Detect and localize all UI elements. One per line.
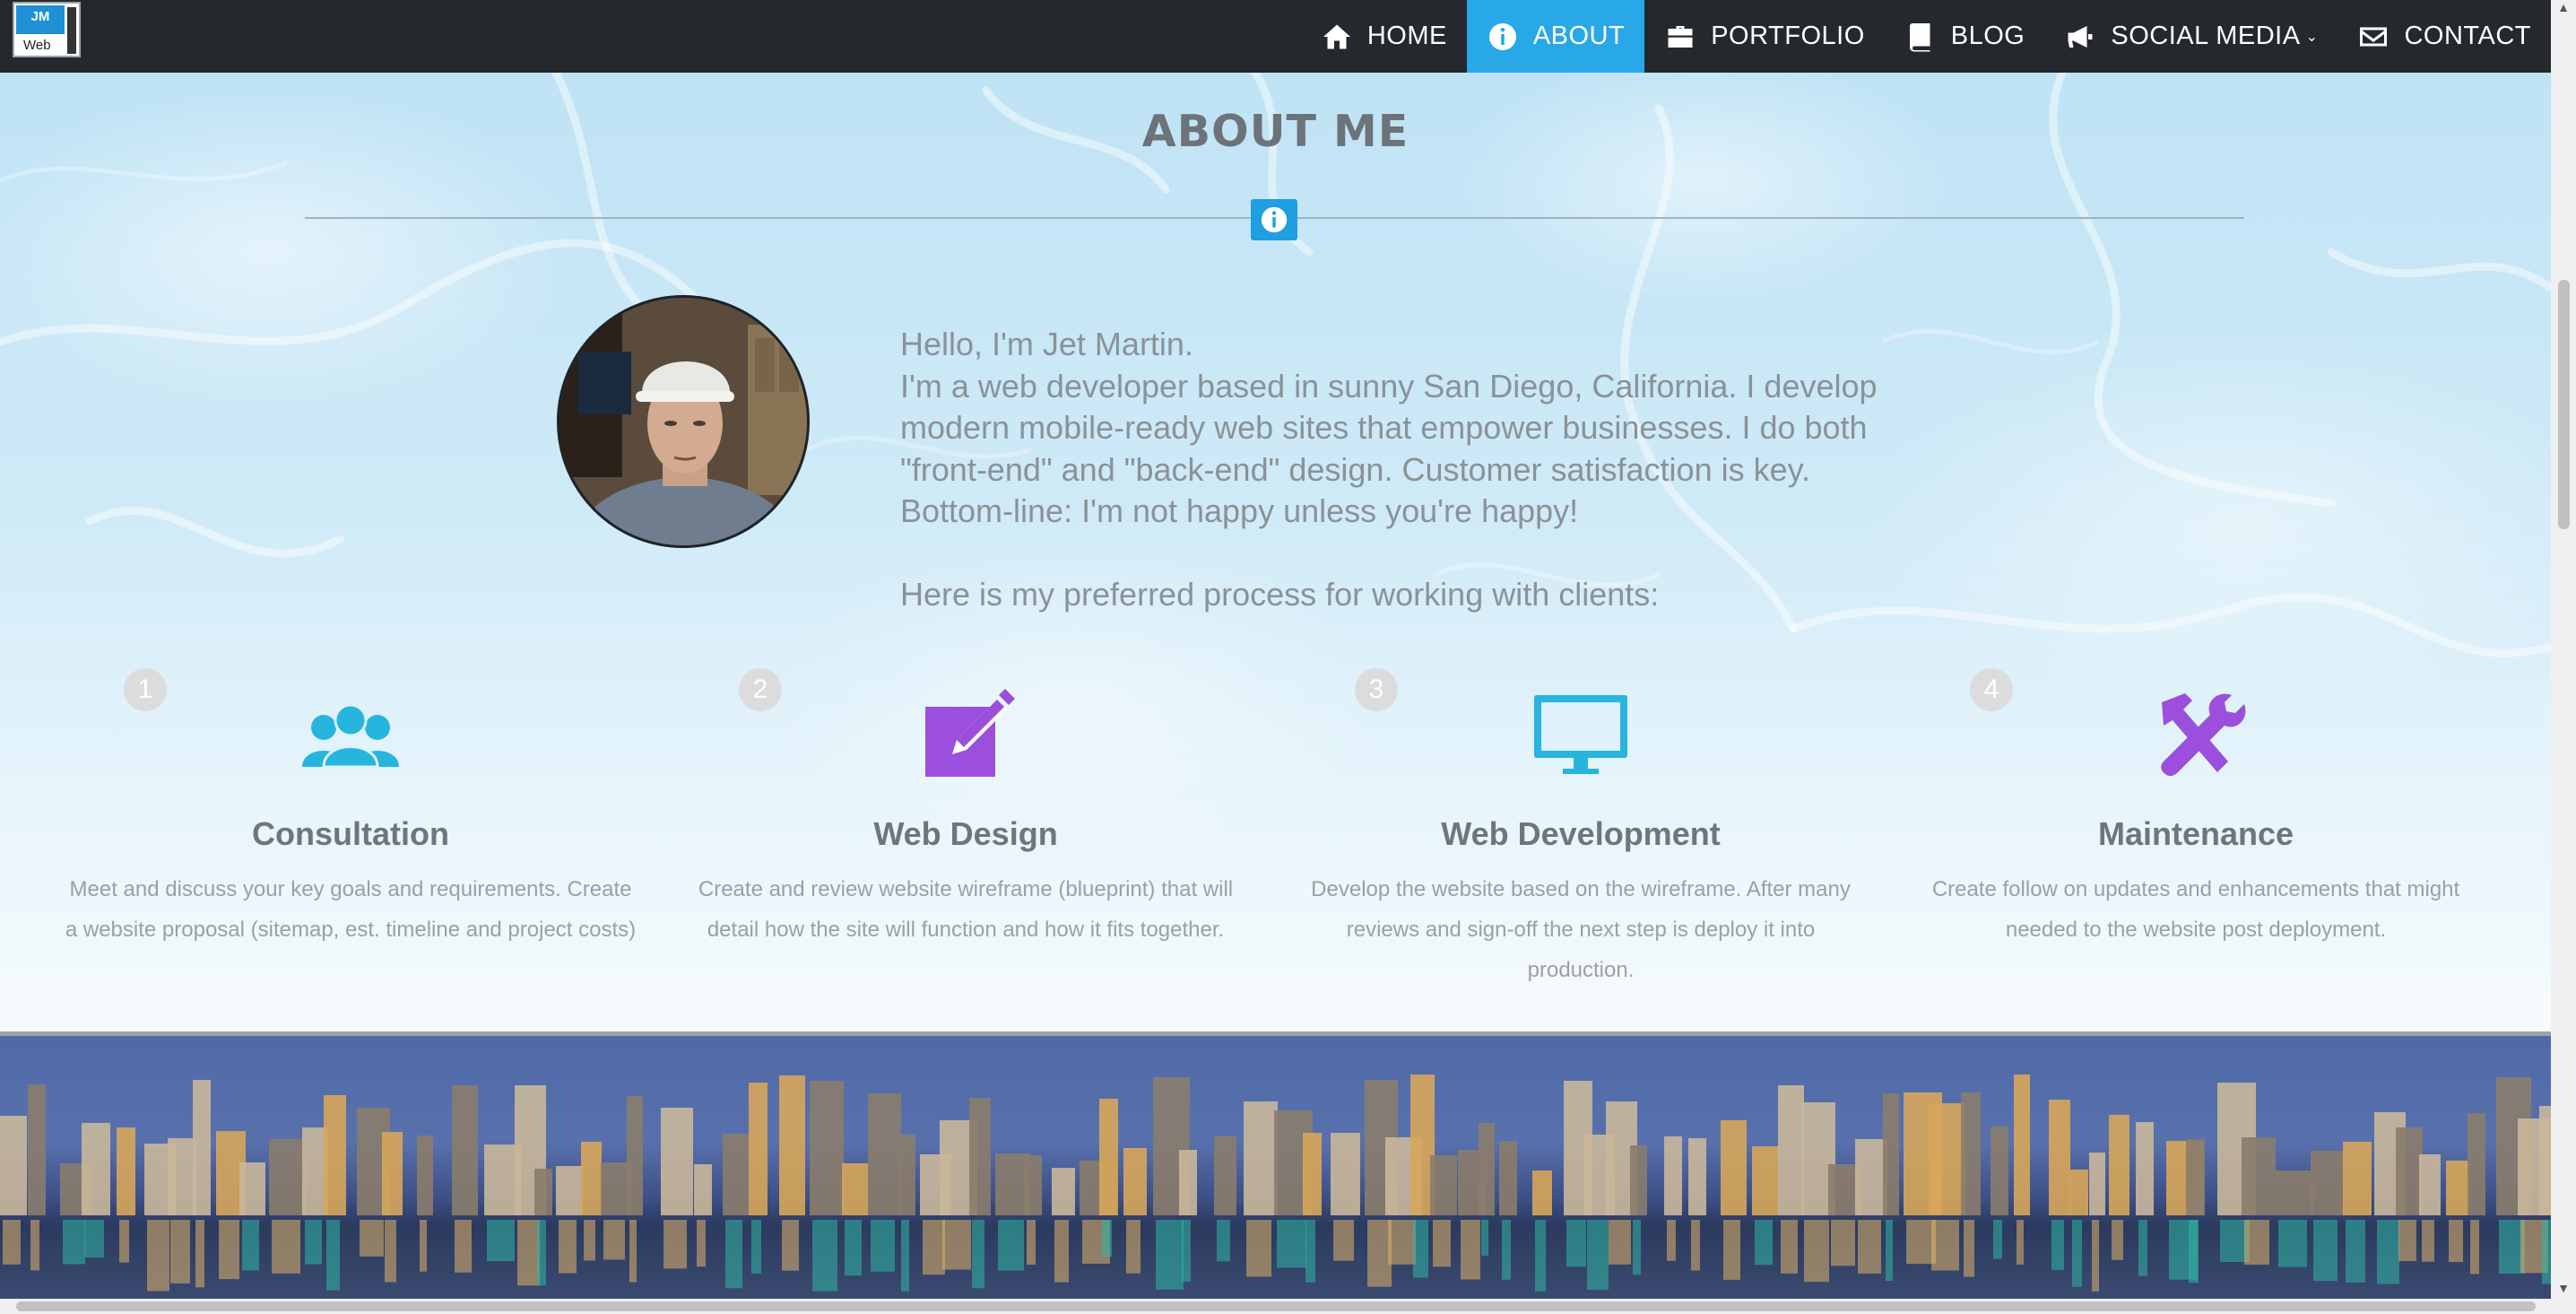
bio-text: Hello, I'm Jet Martin. I'm a web develop… xyxy=(900,324,1913,615)
step-number-4: 4 xyxy=(1970,668,2013,711)
brand-logo[interactable]: JM Web xyxy=(13,2,81,57)
nav-item-blog[interactable]: BLOG xyxy=(1885,0,2045,73)
scroll-up-icon[interactable]: ▲ xyxy=(2551,0,2576,18)
step-title-web-development: Web Development xyxy=(1441,815,1721,852)
horizontal-scrollbar[interactable] xyxy=(0,1299,2576,1314)
step-desc-web-design: Create and review website wireframe (blu… xyxy=(698,877,1234,942)
step-title-consultation: Consultation xyxy=(252,815,449,852)
city-skyline-banner xyxy=(0,1031,2551,1299)
nav-label-home: HOME xyxy=(1366,22,1447,50)
logo-initials: JM xyxy=(16,5,65,34)
vertical-scroll-thumb[interactable] xyxy=(2558,280,2570,529)
top-navbar: JM Web HOME ABOUT PORTFOLIO BLOG SOCIAL … xyxy=(0,0,2551,73)
envelope-icon xyxy=(2360,27,2388,46)
nav-item-about[interactable]: ABOUT xyxy=(1466,0,1645,73)
step-desc-consultation: Meet and discuss your key goals and requ… xyxy=(65,877,637,942)
nav-label-contact: CONTACT xyxy=(2404,22,2531,50)
logo-word: Web xyxy=(23,38,51,53)
info-badge-icon xyxy=(1251,199,1297,240)
bio-process-intro: Here is my preferred process for working… xyxy=(900,575,1660,613)
step-title-maintenance: Maintenance xyxy=(2097,815,2294,852)
book-icon xyxy=(1909,22,1930,51)
monitor-icon xyxy=(1534,695,1627,774)
edit-icon xyxy=(925,689,1015,777)
scroll-down-icon[interactable]: ▼ xyxy=(2551,1281,2576,1299)
tools-icon xyxy=(2161,693,2246,777)
step-number-2: 2 xyxy=(739,668,782,711)
skyline-image xyxy=(0,1075,2551,1292)
megaphone-icon xyxy=(2068,25,2093,48)
nav-item-contact[interactable]: CONTACT xyxy=(2337,0,2551,73)
profile-photo xyxy=(557,295,810,548)
nav-label-social-media: SOCIAL MEDIA xyxy=(2111,22,2301,50)
chevron-down-icon: ⌄ xyxy=(2305,29,2319,45)
horizontal-scroll-thumb[interactable] xyxy=(16,1301,2536,1311)
nav-item-social-media[interactable]: SOCIAL MEDIA ⌄ xyxy=(2044,0,2337,73)
briefcase-icon xyxy=(1668,25,1693,48)
home-icon xyxy=(1323,24,1350,48)
step-desc-maintenance: Create follow on updates and enhancement… xyxy=(1931,877,2460,942)
about-section: ABOUT ME Hello, I'm Jet Martin. I'm a we… xyxy=(0,73,2551,1031)
step-title-web-design: Web Design xyxy=(873,815,1058,852)
info-icon xyxy=(1488,22,1516,50)
nav-item-portfolio[interactable]: PORTFOLIO xyxy=(1644,0,1885,73)
step-desc-web-development: Develop the website based on the wirefra… xyxy=(1311,877,1851,982)
users-icon xyxy=(302,703,399,769)
nav-label-blog: BLOG xyxy=(1950,22,2025,50)
nav-menu: HOME ABOUT PORTFOLIO BLOG SOCIAL MEDIA ⌄… xyxy=(1301,0,2551,73)
step-number-3: 3 xyxy=(1355,668,1398,711)
nav-label-about: ABOUT xyxy=(1532,22,1626,50)
section-title: ABOUT ME xyxy=(1141,106,1409,157)
logo-side-strip xyxy=(67,7,76,54)
vertical-scrollbar[interactable]: ▲ ▼ xyxy=(2551,0,2576,1299)
bio-paragraph: I'm a web developer based in sunny San D… xyxy=(900,367,1878,530)
step-number-1: 1 xyxy=(124,668,167,711)
bio-greeting: Hello, I'm Jet Martin. xyxy=(900,326,1193,362)
nav-label-portfolio: PORTFOLIO xyxy=(1711,22,1865,50)
nav-item-home[interactable]: HOME xyxy=(1301,0,1467,73)
